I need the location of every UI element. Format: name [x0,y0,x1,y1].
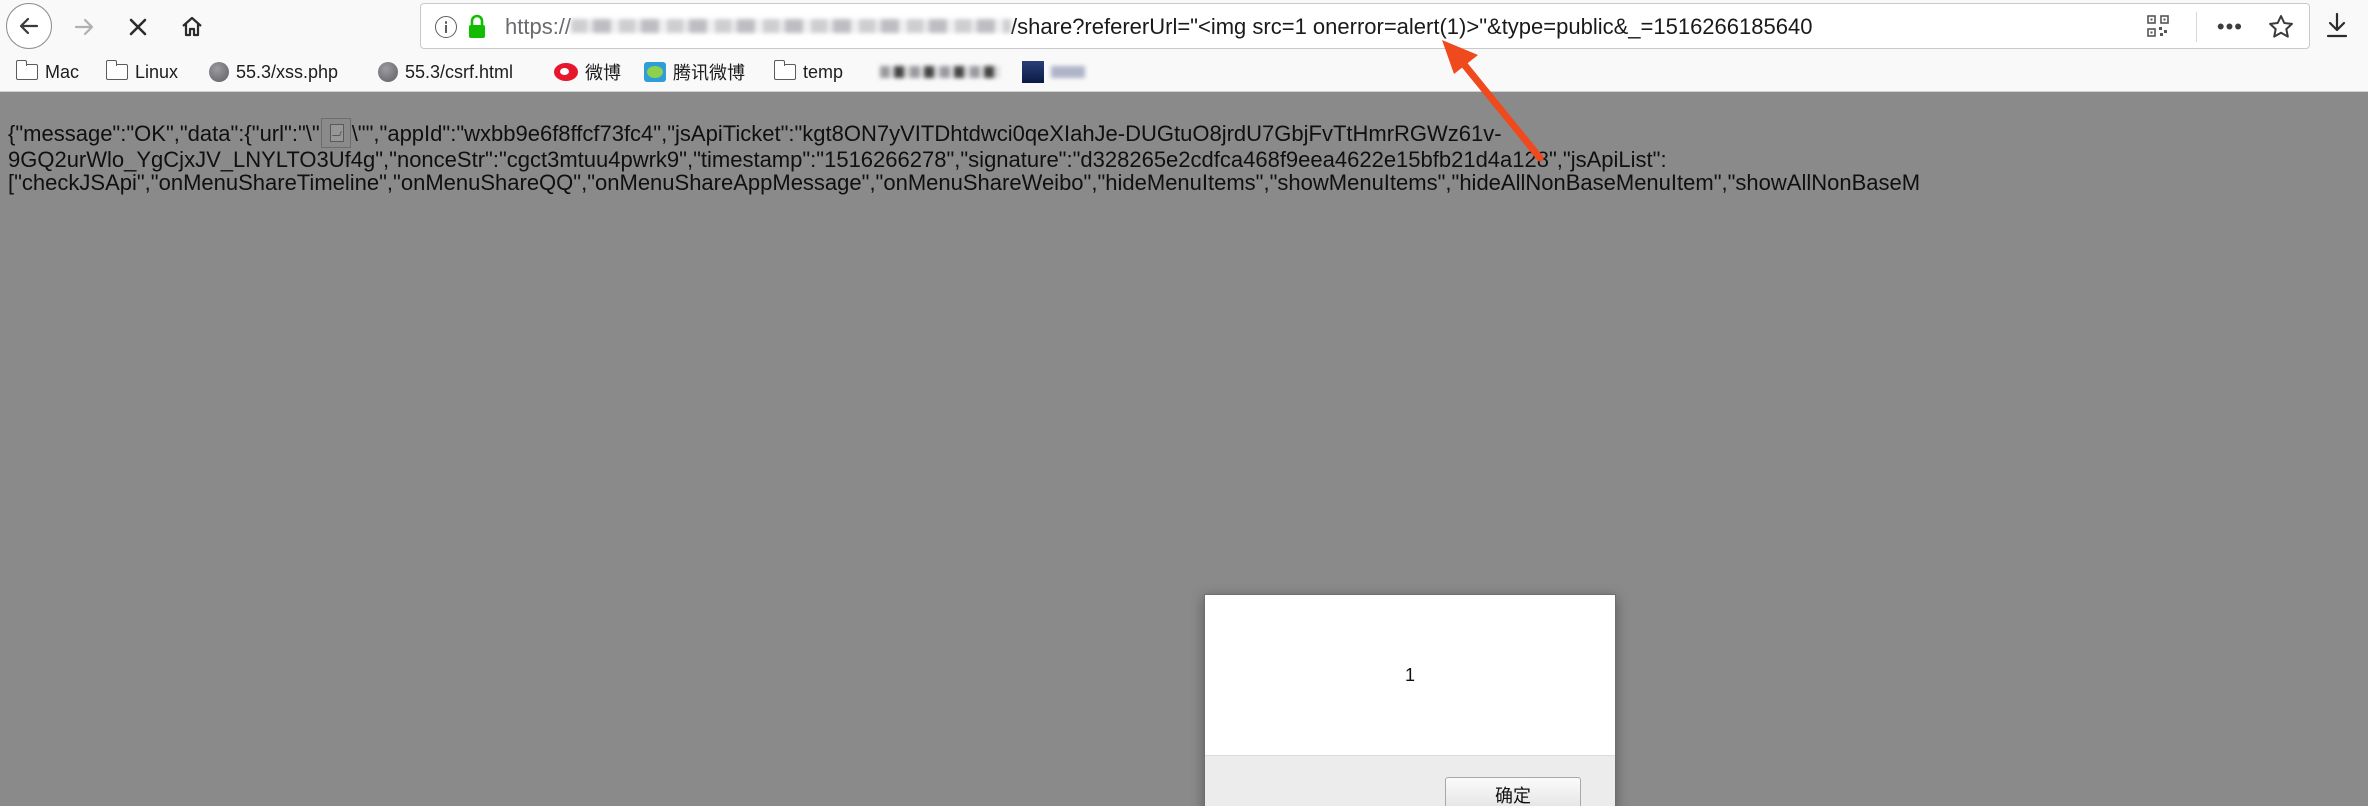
annotation-arrow [1442,40,1544,162]
